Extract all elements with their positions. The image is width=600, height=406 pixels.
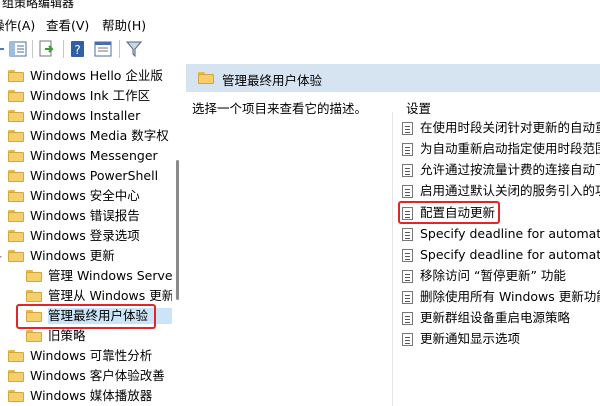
policy-icon bbox=[402, 270, 413, 283]
toolbar: ? bbox=[0, 34, 600, 65]
tree-pane: Windows Hello 企业版 Windows Ink 工作区 Window… bbox=[0, 64, 172, 406]
folder-icon bbox=[8, 210, 24, 222]
folder-icon bbox=[26, 270, 42, 282]
details-title: 管理最终用户体验 bbox=[222, 73, 323, 88]
details-pane: 管理最终用户体验 选择一个项目来查看它的描述。 设置 在使用时段关闭针对更新的自… bbox=[186, 64, 600, 406]
toolbar-separator bbox=[63, 40, 64, 58]
toolbar-separator bbox=[32, 40, 33, 58]
help-icon[interactable]: ? bbox=[68, 39, 88, 59]
column-divider bbox=[392, 112, 393, 406]
policy-icon bbox=[402, 249, 413, 262]
folder-icon bbox=[26, 330, 42, 342]
highlight-box bbox=[398, 201, 500, 224]
menu-view[interactable]: 查看(V) bbox=[46, 15, 89, 34]
policy-icon bbox=[402, 164, 413, 177]
title-bar: 组策略编辑器 bbox=[0, 0, 600, 10]
menu-action[interactable]: 操作(A) bbox=[0, 15, 35, 34]
policy-icon bbox=[402, 312, 413, 325]
details-header: 管理最终用户体验 bbox=[186, 64, 600, 92]
highlight-box bbox=[16, 304, 156, 329]
folder-icon bbox=[8, 70, 24, 82]
folder-icon bbox=[8, 190, 24, 202]
policy-icon bbox=[402, 143, 413, 156]
properties-icon[interactable] bbox=[93, 39, 113, 59]
policy-icon bbox=[402, 185, 413, 198]
folder-icon bbox=[8, 90, 24, 102]
filter-icon[interactable] bbox=[124, 39, 144, 59]
folder-open-icon bbox=[198, 72, 214, 84]
policy-icon bbox=[402, 122, 413, 135]
chevron-down-icon[interactable]: ⌄ bbox=[0, 246, 6, 266]
policy-icon bbox=[402, 228, 413, 241]
folder-icon bbox=[8, 230, 24, 242]
folder-icon bbox=[26, 290, 42, 302]
show-hide-tree-icon[interactable] bbox=[8, 39, 28, 59]
export-list-icon[interactable] bbox=[37, 39, 57, 59]
window-title: 组策略编辑器 bbox=[2, 0, 75, 10]
scrollbar-thumb[interactable] bbox=[176, 160, 179, 300]
policy-icon bbox=[402, 333, 413, 346]
folder-icon bbox=[8, 150, 24, 162]
settings-column-header[interactable]: 设置 bbox=[406, 98, 431, 117]
folder-icon bbox=[8, 350, 24, 362]
folder-icon bbox=[8, 110, 24, 122]
folder-open-icon bbox=[8, 250, 24, 262]
description-text: 选择一个项目来查看它的描述。 bbox=[192, 101, 368, 116]
tree-scrollbar[interactable] bbox=[172, 64, 186, 406]
policy-icon bbox=[402, 291, 413, 304]
folder-icon bbox=[8, 170, 24, 182]
menu-bar: 操作(A) 查看(V) 帮助(H) bbox=[0, 10, 600, 34]
folder-icon bbox=[8, 130, 24, 142]
menu-help[interactable]: 帮助(H) bbox=[102, 15, 146, 34]
svg-text:?: ? bbox=[74, 43, 80, 57]
folder-icon bbox=[8, 390, 24, 402]
toolbar-separator bbox=[119, 40, 120, 58]
folder-icon bbox=[8, 370, 24, 382]
